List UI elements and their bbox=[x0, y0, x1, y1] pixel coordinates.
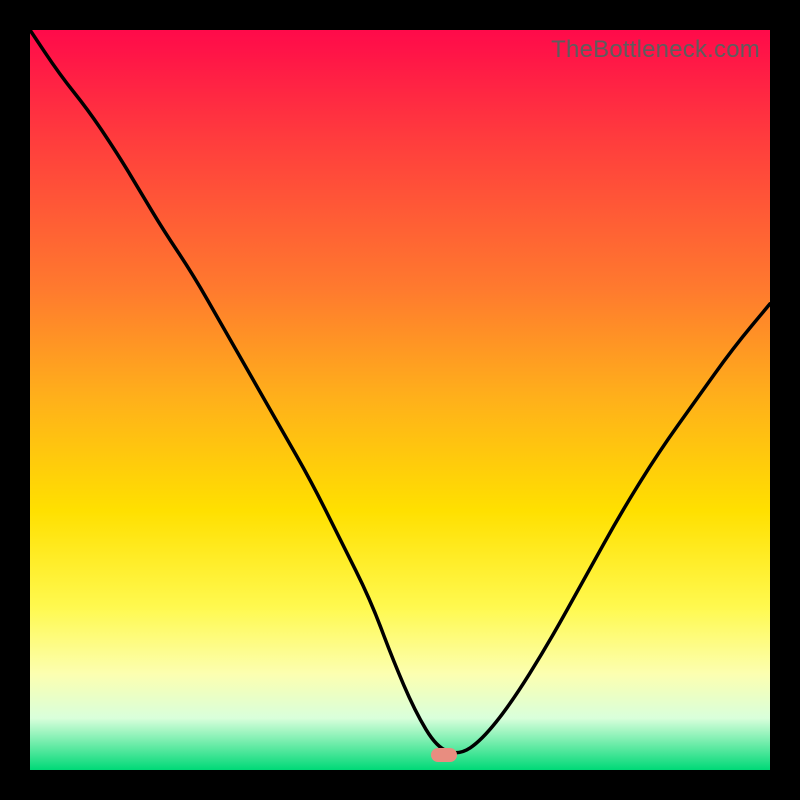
plot-area: TheBottleneck.com bbox=[30, 30, 770, 770]
chart-frame: TheBottleneck.com bbox=[0, 0, 800, 800]
bottleneck-curve bbox=[30, 30, 770, 770]
minimum-marker bbox=[431, 748, 457, 762]
